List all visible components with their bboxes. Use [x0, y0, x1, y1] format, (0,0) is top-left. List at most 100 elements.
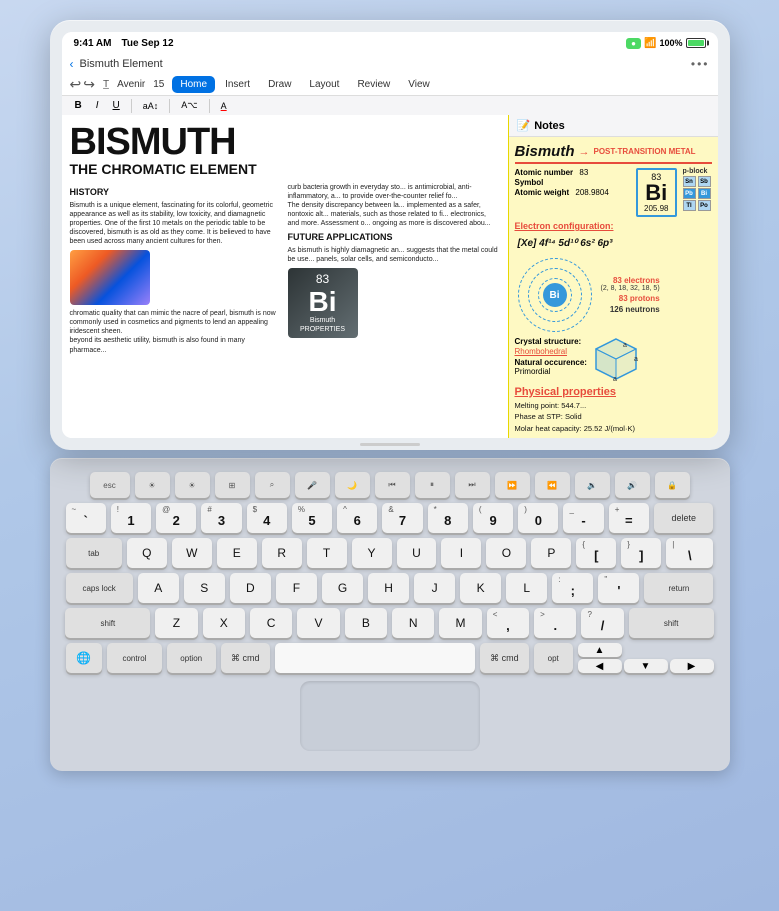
- key-semicolon[interactable]: :;: [552, 573, 593, 603]
- undo-button[interactable]: ↩: [70, 76, 82, 93]
- key-5[interactable]: %5: [292, 503, 332, 533]
- key-shift-left[interactable]: shift: [65, 608, 150, 638]
- bold-button[interactable]: B: [70, 98, 87, 113]
- key-dictation[interactable]: 🎤: [295, 472, 330, 498]
- key-w[interactable]: W: [172, 538, 212, 568]
- key-j[interactable]: J: [414, 573, 455, 603]
- key-shift-right[interactable]: shift: [629, 608, 714, 638]
- key-esc[interactable]: esc: [90, 472, 130, 498]
- key-next[interactable]: ⏭: [455, 472, 490, 498]
- key-control[interactable]: control: [107, 643, 161, 673]
- key-down[interactable]: ▼: [624, 659, 668, 673]
- key-r[interactable]: R: [262, 538, 302, 568]
- font-size-selector[interactable]: 15: [153, 79, 164, 90]
- key-vol-down[interactable]: 🔉: [575, 472, 610, 498]
- key-backslash[interactable]: |\: [666, 538, 713, 568]
- key-t[interactable]: T: [307, 538, 347, 568]
- key-q[interactable]: Q: [127, 538, 167, 568]
- notes-body[interactable]: Bismuth → POST-TRANSITION METAL Atomic n…: [509, 137, 718, 438]
- key-return[interactable]: return: [644, 573, 713, 603]
- key-n[interactable]: N: [392, 608, 434, 638]
- key-u[interactable]: U: [397, 538, 437, 568]
- key-search[interactable]: ⌕: [255, 472, 290, 498]
- key-backtick[interactable]: ~`: [66, 503, 106, 533]
- key-p[interactable]: P: [531, 538, 571, 568]
- key-tab[interactable]: tab: [66, 538, 122, 568]
- key-3[interactable]: #3: [201, 503, 241, 533]
- format-icon[interactable]: T̲: [103, 79, 109, 90]
- tab-review[interactable]: Review: [349, 76, 398, 93]
- key-brightness-down[interactable]: ☀: [135, 472, 170, 498]
- key-e[interactable]: E: [217, 538, 257, 568]
- key-o[interactable]: O: [486, 538, 526, 568]
- highlight-button[interactable]: A⌥: [176, 98, 202, 113]
- underline-button[interactable]: U: [108, 98, 125, 113]
- redo-button[interactable]: ↪: [83, 76, 95, 93]
- key-period[interactable]: >.: [534, 608, 576, 638]
- key-i[interactable]: I: [441, 538, 481, 568]
- key-right[interactable]: ▶: [670, 659, 714, 673]
- key-cmd-right[interactable]: ⌘ cmd: [480, 643, 529, 673]
- tab-home[interactable]: Home: [172, 76, 215, 93]
- key-rbracket[interactable]: }]: [621, 538, 661, 568]
- tab-insert[interactable]: Insert: [217, 76, 258, 93]
- key-lbracket[interactable]: {[: [576, 538, 616, 568]
- trackpad[interactable]: [300, 681, 480, 751]
- key-vol-up[interactable]: 🔊: [615, 472, 650, 498]
- key-minus[interactable]: _-: [563, 503, 603, 533]
- word-document[interactable]: BISMUTH THE CHROMATIC ELEMENT HISTORY Bi…: [62, 115, 508, 438]
- key-a[interactable]: A: [138, 573, 179, 603]
- tab-draw[interactable]: Draw: [260, 76, 299, 93]
- key-g[interactable]: G: [322, 573, 363, 603]
- key-6[interactable]: ^6: [337, 503, 377, 533]
- key-0[interactable]: )0: [518, 503, 558, 533]
- key-play[interactable]: ⏸: [415, 472, 450, 498]
- key-c[interactable]: C: [250, 608, 292, 638]
- key-prev[interactable]: ⏮: [375, 472, 410, 498]
- key-7[interactable]: &7: [382, 503, 422, 533]
- key-f[interactable]: F: [276, 573, 317, 603]
- key-cmd-left[interactable]: ⌘ cmd: [221, 643, 270, 673]
- key-comma[interactable]: <,: [487, 608, 529, 638]
- key-v[interactable]: V: [297, 608, 339, 638]
- key-option-left[interactable]: option: [167, 643, 216, 673]
- font-selector[interactable]: Avenir: [117, 79, 145, 90]
- back-icon[interactable]: ‹: [70, 57, 74, 71]
- key-brightness-up[interactable]: ☀: [175, 472, 210, 498]
- key-quote[interactable]: "': [598, 573, 639, 603]
- key-m[interactable]: M: [439, 608, 481, 638]
- key-equals[interactable]: +=: [609, 503, 649, 533]
- key-dnd[interactable]: 🌙: [335, 472, 370, 498]
- key-9[interactable]: (9: [473, 503, 513, 533]
- key-2[interactable]: @2: [156, 503, 196, 533]
- font-size-button[interactable]: aA↕: [138, 99, 164, 113]
- key-b[interactable]: B: [345, 608, 387, 638]
- key-left[interactable]: ◀: [578, 659, 622, 673]
- key-s[interactable]: S: [184, 573, 225, 603]
- key-delete[interactable]: delete: [654, 503, 713, 533]
- key-l[interactable]: L: [506, 573, 547, 603]
- key-slash[interactable]: ?/: [581, 608, 623, 638]
- tab-layout[interactable]: Layout: [301, 76, 347, 93]
- italic-button[interactable]: I: [91, 98, 104, 113]
- key-1[interactable]: !1: [111, 503, 151, 533]
- key-z[interactable]: Z: [155, 608, 197, 638]
- text-color-button[interactable]: A: [216, 99, 232, 113]
- key-4[interactable]: $4: [247, 503, 287, 533]
- key-k[interactable]: K: [460, 573, 501, 603]
- key-space[interactable]: [275, 643, 475, 673]
- key-globe[interactable]: 🌐: [66, 643, 103, 673]
- tab-view[interactable]: View: [400, 76, 438, 93]
- key-d[interactable]: D: [230, 573, 271, 603]
- key-y[interactable]: Y: [352, 538, 392, 568]
- key-capslock[interactable]: caps lock: [66, 573, 133, 603]
- key-up[interactable]: ▲: [578, 643, 622, 657]
- key-h[interactable]: H: [368, 573, 409, 603]
- key-8[interactable]: *8: [428, 503, 468, 533]
- toolbar-dots[interactable]: •••: [691, 57, 710, 71]
- key-forward[interactable]: ⏪: [535, 472, 570, 498]
- key-option-right[interactable]: opt: [534, 643, 573, 673]
- key-lock[interactable]: 🔒: [655, 472, 690, 498]
- key-mission[interactable]: ⊞: [215, 472, 250, 498]
- key-rewind[interactable]: ⏩: [495, 472, 530, 498]
